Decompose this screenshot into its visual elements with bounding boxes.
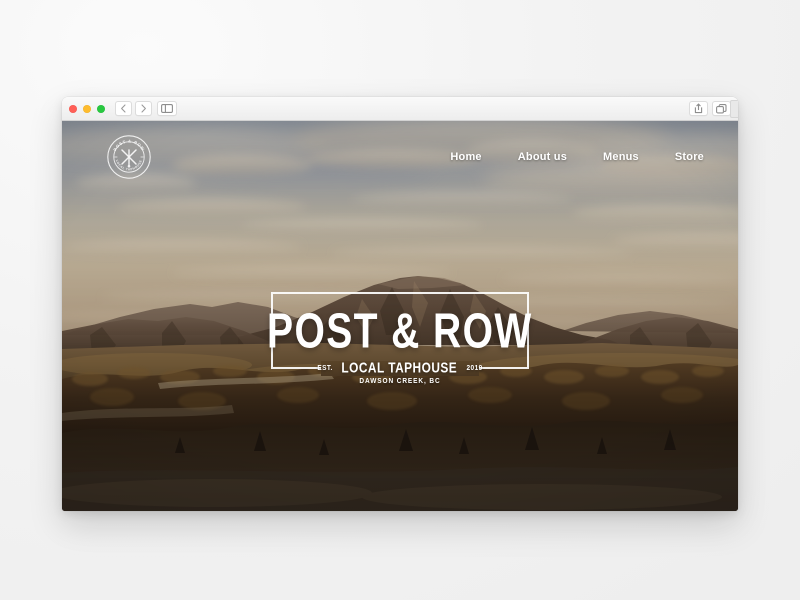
back-button[interactable] (115, 101, 132, 116)
hero-tagline-row: EST. LOCAL TAPHOUSE 2019 (317, 359, 483, 377)
hero-year: 2019 (466, 363, 483, 373)
tabs-icon (716, 103, 727, 114)
forward-button[interactable] (135, 101, 152, 116)
site-header: POST & ROW LOCAL TAPHOUSE Home About us … (62, 121, 738, 193)
nav-link-about-us[interactable]: About us (518, 151, 567, 163)
hero-lockup: POST & ROW EST. LOCAL TAPHOUSE 2019 DAWS… (267, 292, 531, 386)
maximize-window-button[interactable] (97, 104, 105, 113)
sidebar-toggle-button[interactable] (157, 101, 177, 116)
share-button[interactable] (689, 101, 708, 116)
page-viewport: POST & ROW LOCAL TAPHOUSE Home About us … (62, 121, 738, 511)
brand-logo[interactable]: POST & ROW LOCAL TAPHOUSE (106, 134, 152, 180)
close-window-button[interactable] (69, 104, 77, 113)
browser-titlebar: + (62, 97, 738, 121)
tab-overview-button[interactable] (712, 101, 731, 116)
hero-title-frame: POST & ROW EST. LOCAL TAPHOUSE 2019 (267, 292, 531, 376)
nav-link-menus[interactable]: Menus (603, 151, 639, 163)
share-icon (694, 103, 703, 114)
titlebar-right-actions (689, 101, 731, 116)
chevron-left-icon (120, 104, 127, 113)
hero-tagline: LOCAL TAPHOUSE (341, 359, 458, 377)
nav-link-store[interactable]: Store (675, 151, 704, 163)
navigation-buttons (115, 101, 152, 116)
new-tab-label: + (737, 103, 738, 115)
new-tab-button[interactable]: + (730, 100, 738, 118)
nav-link-home[interactable]: Home (450, 151, 481, 163)
window-controls (69, 104, 105, 113)
main-navigation: Home About us Menus Store (450, 151, 704, 163)
desktop-backdrop: + (0, 0, 800, 600)
hero-title: POST & ROW (267, 302, 533, 358)
hero-est-label: EST. (317, 363, 333, 373)
hero-location: DAWSON CREEK, BC (359, 377, 441, 386)
sidebar-icon (161, 104, 173, 113)
minimize-window-button[interactable] (83, 104, 91, 113)
browser-window: + (62, 97, 738, 511)
chevron-right-icon (140, 104, 147, 113)
